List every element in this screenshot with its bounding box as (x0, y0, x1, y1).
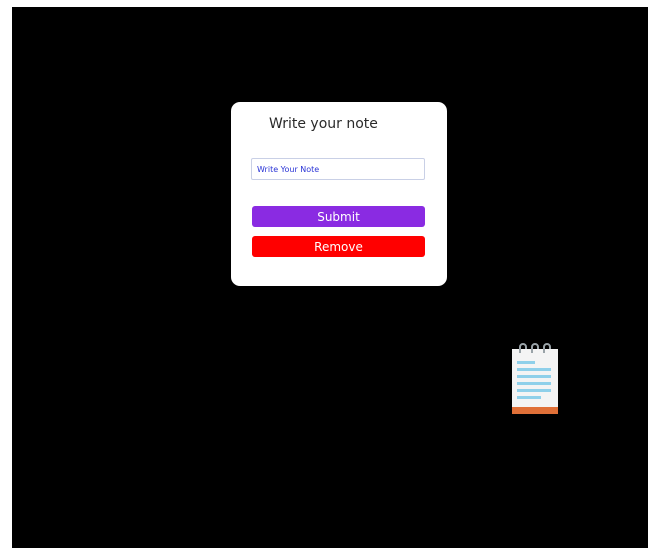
notepad-icon (507, 341, 563, 417)
submit-button[interactable]: Submit (252, 206, 425, 227)
remove-button[interactable]: Remove (252, 236, 425, 257)
app-viewport: Write your note Submit Remove (12, 7, 648, 548)
card-title: Write your note (269, 116, 378, 132)
note-card: Write your note Submit Remove (231, 102, 447, 286)
note-input[interactable] (251, 158, 425, 180)
